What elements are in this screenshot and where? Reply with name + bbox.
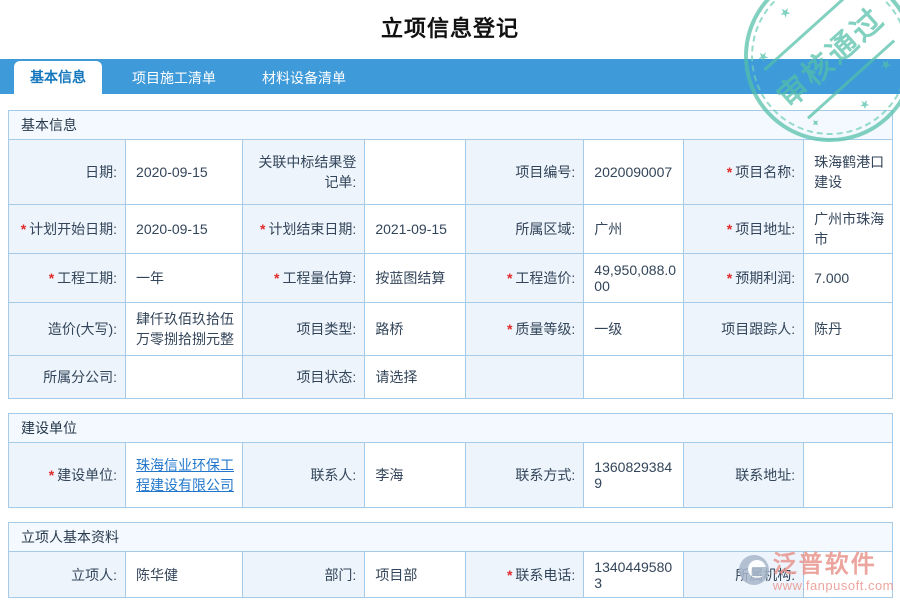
field-value: 李海 [364,443,466,507]
form-content: 基本信息 日期: 2020-09-15 关联中标结果登记单: 项目编号: 2020090… [8,110,893,600]
field-value [803,443,892,507]
field-value: 按蓝图结算 [364,252,466,303]
field-value: 广州市珠海市 [803,203,892,254]
field-label: * 计划结束日期: [242,203,366,254]
field-label [464,354,585,398]
field-label: 立项人: [9,552,127,597]
construction-unit-table: * 建设单位: 珠海信业环保工程建设有限公司 联系人: 李海 联系方式: 136082938… [9,443,892,507]
tab-bar: 基本信息 项目施工清单 材料设备清单 [0,59,900,94]
field-label: * 建设单位: [9,443,127,507]
field-label: * 联系电话: [464,552,585,597]
field-value: 2020-09-15 [125,140,244,205]
field-label: 部门: [242,552,366,597]
field-label [683,354,805,398]
required-asterisk: * [273,269,280,286]
required-asterisk: * [48,269,55,286]
field-value: 一年 [125,252,244,303]
field-value: 项目部 [364,552,466,597]
section-initiator-info: 立项人基本资料 立项人: 陈华健 部门: 项目部 * 联系电话: 13404495803 所属… [8,522,893,598]
field-label: 联系方式: [464,443,585,507]
field-value: 2020090007 [583,140,685,205]
field-label: 日期: [9,140,127,205]
required-asterisk: * [506,566,513,583]
field-label: 联系人: [242,443,366,507]
section-basic-info: 基本信息 日期: 2020-09-15 关联中标结果登记单: 项目编号: 2020090… [8,110,893,399]
section-construction-unit: 建设单位 * 建设单位: 珠海信业环保工程建设有限公司 联系人: 李海 联系方式: 1360… [8,413,893,508]
field-label: * 计划开始日期: [9,203,127,254]
tab-material-equipment-list[interactable]: 材料设备清单 [246,63,362,94]
field-label: 项目状态: [242,354,366,398]
page-title: 立项信息登记 [380,16,519,41]
field-value: 13608293849 [583,443,685,507]
table-row: 造价(大写): 肆仟玖佰玖拾伍万零捌拾捌元整 项目类型: 路桥 * 质量等级: 一级 项目跟踪… [9,301,892,356]
field-value: 肆仟玖佰玖拾伍万零捌拾捌元整 [125,301,244,356]
required-asterisk: * [506,320,513,337]
required-asterisk: * [506,269,513,286]
basic-info-table: 日期: 2020-09-15 关联中标结果登记单: 项目编号: 2020090007 * 项… [9,140,892,398]
field-value [583,354,685,398]
table-row: * 工程工期: 一年 * 工程量估算: 按蓝图结算 * 工程造价: 49,950,088.000… [9,252,892,303]
field-value: 广州 [583,203,685,254]
field-value: 2021-09-15 [364,203,466,254]
field-label: 项目类型: [242,301,366,356]
field-label: 联系地址: [683,443,805,507]
field-value: 珠海信业环保工程建设有限公司 [125,443,244,507]
table-row: * 计划开始日期: 2020-09-15 * 计划结束日期: 2021-09-15 所属区域… [9,203,892,254]
table-row: 立项人: 陈华健 部门: 项目部 * 联系电话: 13404495803 所属机构: [9,552,892,597]
field-value: 一级 [583,301,685,356]
required-asterisk: * [259,220,266,237]
field-label: * 预期利润: [683,252,805,303]
field-value: 7.000 [803,252,892,303]
field-value [803,354,892,398]
initiator-info-table: 立项人: 陈华健 部门: 项目部 * 联系电话: 13404495803 所属机构: [9,552,892,597]
field-label: 关联中标结果登记单: [242,140,366,205]
field-value: 陈丹 [803,301,892,356]
table-row: 所属分公司: 项目状态: 请选择 [9,354,892,398]
field-value: 2020-09-15 [125,203,244,254]
required-asterisk: * [48,467,55,483]
section-title: 立项人基本资料 [9,523,892,552]
field-label: 项目编号: [464,140,585,205]
field-label: 造价(大写): [9,301,127,356]
table-row: 日期: 2020-09-15 关联中标结果登记单: 项目编号: 2020090007 * 项… [9,140,892,205]
field-label: * 工程工期: [9,252,127,303]
field-label: * 工程造价: [464,252,585,303]
required-asterisk: * [726,269,733,286]
tab-project-construction-list[interactable]: 项目施工清单 [116,63,232,94]
field-label: * 项目名称: [683,140,805,205]
field-label: 项目跟踪人: [683,301,805,356]
field-value [125,354,244,398]
field-label: * 项目地址: [683,203,805,254]
required-asterisk: * [726,163,733,180]
field-label: * 工程量估算: [242,252,366,303]
table-row: * 建设单位: 珠海信业环保工程建设有限公司 联系人: 李海 联系方式: 136082938… [9,443,892,507]
field-value [803,552,892,597]
section-title: 基本信息 [9,111,892,140]
field-value: 路桥 [364,301,466,356]
required-asterisk: * [726,220,733,237]
field-label: * 质量等级: [464,301,585,356]
tab-basic-info[interactable]: 基本信息 [14,61,102,94]
construction-unit-link[interactable]: 珠海信业环保工程建设有限公司 [136,457,234,493]
field-label: 所属机构: [683,552,805,597]
field-value: 陈华健 [125,552,244,597]
field-label: 所属分公司: [9,354,127,398]
field-value: 49,950,088.000 [583,252,685,303]
field-value [364,140,466,205]
field-value: 请选择 [364,354,466,398]
section-title: 建设单位 [9,414,892,443]
field-value: 13404495803 [583,552,685,597]
field-label: 所属区域: [464,203,585,254]
required-asterisk: * [20,220,27,237]
field-value: 珠海鹤港口建设 [803,140,892,205]
